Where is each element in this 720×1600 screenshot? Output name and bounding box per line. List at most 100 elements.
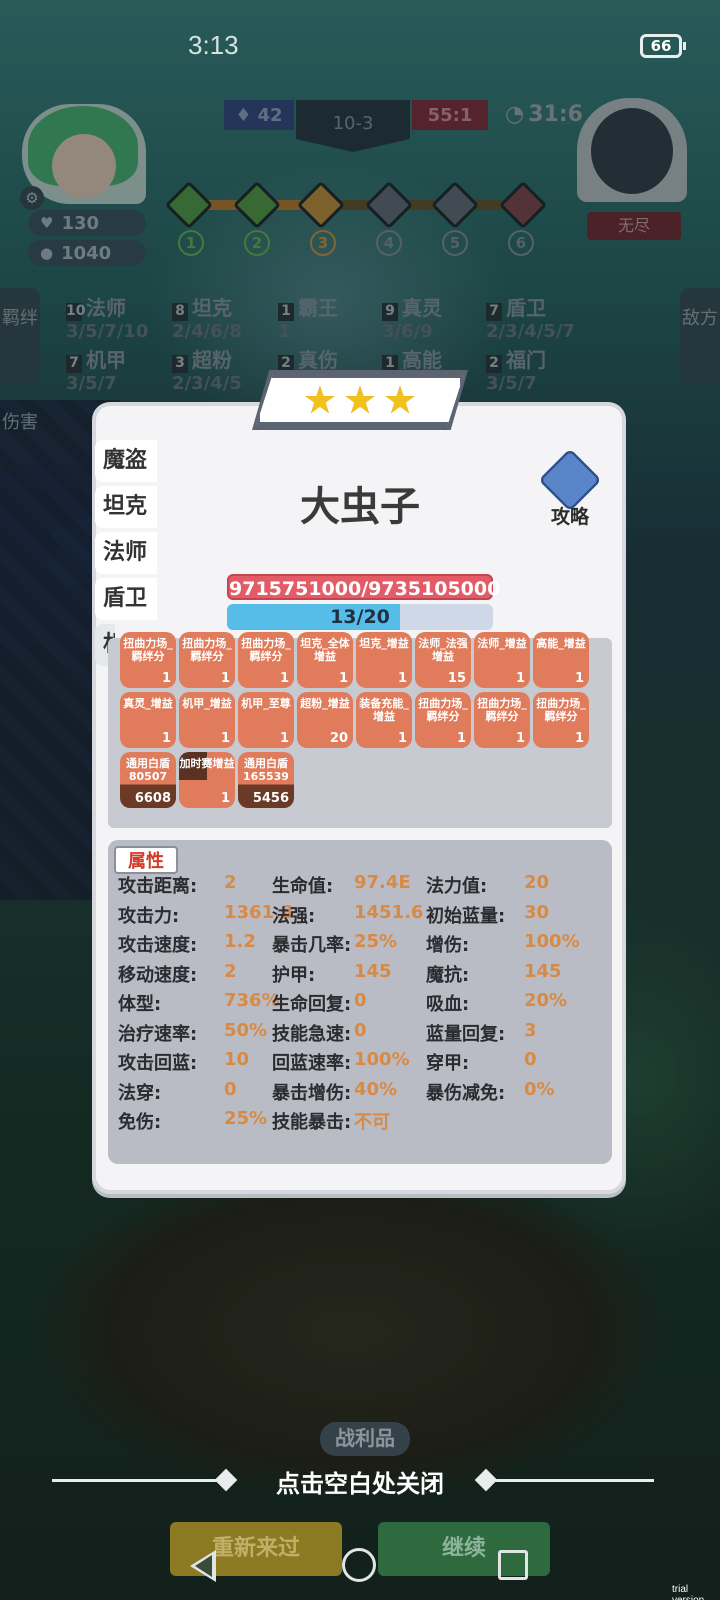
- attribute-row: 生命值: 97.4E: [272, 872, 411, 898]
- buff-label: 通用白盾80507: [126, 757, 170, 783]
- buff-tile[interactable]: 真灵_增益 1: [120, 692, 176, 748]
- buff-tile[interactable]: 机甲_增益 1: [179, 692, 235, 748]
- attribute-row: 攻击速度: 1.2: [118, 931, 256, 957]
- nav-home-icon[interactable]: [342, 1548, 376, 1582]
- buff-tile[interactable]: 加时赛增益 1: [179, 752, 235, 808]
- attribute-name: 增伤:: [426, 935, 470, 956]
- attribute-row: 吸血: 20%: [426, 990, 567, 1016]
- buff-label: 扭曲力场_羁绊分: [123, 637, 173, 663]
- trait-tab[interactable]: 魔盗: [95, 440, 157, 482]
- buff-count: 6608: [134, 791, 171, 806]
- attribute-row: 技能急速: 0: [272, 1020, 367, 1046]
- attribute-row: 免伤: 25%: [118, 1108, 267, 1134]
- buff-tile[interactable]: 坦克_增益 1: [356, 632, 412, 688]
- buff-tile[interactable]: 通用白盾80507 6608: [120, 752, 176, 808]
- attribute-value: 100%: [524, 931, 580, 952]
- spoils-button[interactable]: 战利品: [320, 1422, 410, 1456]
- buff-tile[interactable]: 坦克_全体增益 1: [297, 632, 353, 688]
- buff-tile[interactable]: 通用白盾165539 5456: [238, 752, 294, 808]
- buff-tile[interactable]: 超粉_增益 20: [297, 692, 353, 748]
- attribute-name: 蓝量回复:: [426, 1023, 506, 1045]
- buff-label: 扭曲力场_羁绊分: [182, 637, 232, 663]
- attribute-row: 移动速度: 2: [118, 961, 237, 987]
- buff-count: 1: [515, 671, 525, 686]
- buff-tile[interactable]: 扭曲力场_羁绊分 1: [474, 692, 530, 748]
- buff-label: 高能_增益: [536, 637, 586, 650]
- attribute-name: 回蓝速率:: [272, 1053, 352, 1074]
- attribute-value: 145: [354, 960, 392, 982]
- attribute-value: 0: [354, 1019, 367, 1041]
- attribute-name: 暴击几率:: [272, 935, 352, 956]
- buff-tile[interactable]: 扭曲力场_羁绊分 1: [120, 632, 176, 688]
- attribute-value: 10: [224, 1049, 250, 1070]
- attribute-row: 初始蓝量: 30: [426, 902, 549, 928]
- guide-label: 攻略: [550, 506, 589, 528]
- buff-tile[interactable]: 扭曲力场_羁绊分 1: [179, 632, 235, 688]
- attribute-name: 攻击回蓝:: [118, 1053, 198, 1074]
- attribute-value: 1451.6: [354, 901, 424, 923]
- attribute-row: 回蓝速率: 100%: [272, 1049, 410, 1075]
- attribute-name: 体型:: [118, 994, 162, 1015]
- attribute-row: 暴击增伤: 40%: [272, 1079, 397, 1105]
- buff-tile[interactable]: 机甲_至尊 1: [238, 692, 294, 748]
- unit-name: 大虫子: [300, 484, 420, 530]
- buff-tile[interactable]: 法师_增益 1: [474, 632, 530, 688]
- attribute-name: 法力值:: [426, 876, 488, 897]
- trait-tab[interactable]: 盾卫: [95, 578, 157, 620]
- buff-count: 1: [397, 731, 407, 746]
- buff-tile[interactable]: 装备充能_增益 1: [356, 692, 412, 748]
- trait-tab[interactable]: 坦克: [95, 486, 157, 528]
- attribute-value: 145: [524, 960, 562, 982]
- attribute-name: 生命回复:: [272, 994, 352, 1015]
- attribute-value: 25%: [224, 1108, 268, 1129]
- attribute-row: 治疗速率: 50%: [118, 1020, 267, 1046]
- buff-count: 1: [574, 671, 584, 686]
- trait-tab[interactable]: 法师: [95, 532, 157, 574]
- attribute-name: 法穿:: [118, 1082, 162, 1104]
- battery-icon: 66: [640, 34, 686, 58]
- buff-label: 坦克_全体增益: [300, 637, 350, 663]
- attribute-value: 20%: [524, 990, 568, 1011]
- nav-back-icon[interactable]: [190, 1550, 216, 1582]
- attribute-row: 法穿: 0: [118, 1079, 237, 1105]
- attribute-name: 法强:: [272, 905, 316, 927]
- unit-hp-bar: 9715751000/9735105000: [227, 574, 500, 600]
- attribute-row: 护甲: 145: [272, 961, 392, 987]
- guide-button[interactable]: 攻略: [537, 448, 603, 534]
- buff-label: 加时赛增益: [179, 757, 235, 770]
- attribute-name: 治疗速率:: [118, 1023, 198, 1045]
- buff-tile[interactable]: 扭曲力场_羁绊分 1: [415, 692, 471, 748]
- buff-label: 扭曲力场_羁绊分: [536, 697, 586, 723]
- attribute-row: 暴击几率: 25%: [272, 931, 397, 957]
- star-icon: ★: [302, 378, 337, 422]
- buff-tile[interactable]: 法师_法强增益 15: [415, 632, 471, 688]
- attribute-name: 暴伤减免:: [426, 1082, 506, 1104]
- attribute-value: 30: [524, 901, 550, 923]
- buff-tile[interactable]: 扭曲力场_羁绊分 1: [238, 632, 294, 688]
- attribute-title: 属性: [114, 846, 178, 874]
- attribute-value: 2: [224, 872, 237, 893]
- nav-recent-icon[interactable]: [498, 1550, 528, 1580]
- buff-count: 15: [447, 671, 466, 686]
- buff-tile[interactable]: 高能_增益 1: [533, 632, 589, 688]
- buff-count: 1: [161, 671, 171, 686]
- star-icon: ★: [342, 378, 378, 422]
- attribute-name: 免伤:: [118, 1112, 162, 1133]
- buff-count: 20: [329, 731, 348, 746]
- buff-label: 真灵_增益: [123, 697, 173, 710]
- attribute-value: 不可: [354, 1112, 390, 1133]
- close-hint[interactable]: 点击空白处关闭: [0, 1464, 720, 1499]
- buff-count: 1: [279, 671, 289, 686]
- buff-label: 扭曲力场_羁绊分: [241, 637, 291, 663]
- attribute-value: 0: [224, 1078, 237, 1100]
- attribute-row: 攻击距离: 2: [118, 872, 237, 898]
- attribute-name: 吸血:: [426, 994, 470, 1015]
- attribute-name: 魔抗:: [426, 964, 470, 986]
- buff-label: 通用白盾165539: [243, 757, 289, 783]
- attribute-value: 40%: [354, 1078, 398, 1100]
- attribute-value: 100%: [354, 1049, 410, 1070]
- buff-tile[interactable]: 扭曲力场_羁绊分 1: [533, 692, 589, 748]
- buff-label: 机甲_至尊: [241, 697, 291, 710]
- buff-count: 5456: [252, 791, 289, 806]
- buff-label: 扭曲力场_羁绊分: [477, 697, 527, 723]
